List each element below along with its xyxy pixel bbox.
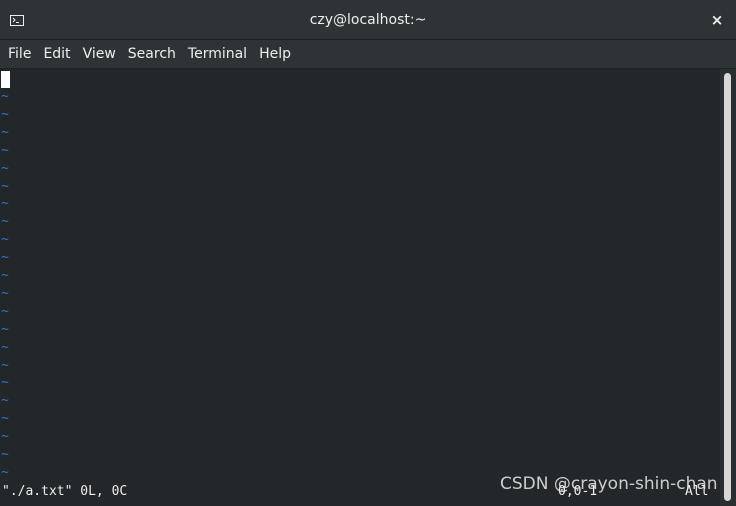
tilde-line: ~ (1, 285, 9, 301)
tilde-line: ~ (1, 214, 9, 230)
menu-edit[interactable]: Edit (37, 40, 76, 68)
menu-help[interactable]: Help (253, 40, 297, 68)
tilde-line: ~ (1, 429, 9, 445)
tilde-line: ~ (1, 357, 9, 373)
window-title: czy@localhost:~ (309, 12, 427, 28)
tilde-line: ~ (1, 106, 9, 122)
tilde-line: ~ (1, 142, 9, 158)
tilde-line: ~ (1, 321, 9, 337)
menu-file[interactable]: File (2, 40, 37, 68)
tilde-line: ~ (1, 250, 9, 266)
tilde-line: ~ (1, 375, 9, 391)
tilde-line: ~ (1, 89, 9, 104)
tilde-line: ~ (1, 178, 9, 194)
vim-status-line: "./a.txt" 0L, 0C (2, 484, 128, 499)
terminal-window: czy@localhost:~ × File Edit View Search … (0, 0, 736, 506)
title-bar[interactable]: czy@localhost:~ × (0, 0, 736, 40)
tilde-line: ~ (1, 411, 9, 427)
tilde-line: ~ (1, 268, 9, 283)
tilde-line: ~ (1, 196, 9, 212)
menu-search[interactable]: Search (122, 40, 182, 68)
tilde-line: ~ (1, 393, 9, 409)
scrollbar[interactable] (720, 69, 736, 506)
tilde-line: ~ (1, 447, 9, 462)
tilde-line: ~ (1, 339, 9, 355)
menu-view[interactable]: View (77, 40, 122, 68)
menu-bar: File Edit View Search Terminal Help (0, 40, 736, 69)
terminal-area[interactable]: ~ ~ ~ ~ ~ ~ ~ ~ ~ ~ ~ ~ ~ ~ ~ ~ ~ ~ ~ ~ ~ ~ "./a.txt" 0L, 0C … (0, 69, 720, 506)
tilde-line: ~ (1, 124, 9, 140)
tilde-line: ~ (1, 160, 9, 176)
text-cursor (1, 71, 10, 88)
csdn-watermark: CSDN @crayon-shin-chan (500, 474, 718, 494)
close-icon[interactable]: × (708, 11, 726, 29)
menu-terminal[interactable]: Terminal (182, 40, 253, 68)
scrollbar-thumb[interactable] (724, 73, 731, 501)
tilde-line: ~ (1, 464, 9, 480)
tilde-line: ~ (1, 232, 9, 248)
tilde-line: ~ (1, 303, 9, 319)
